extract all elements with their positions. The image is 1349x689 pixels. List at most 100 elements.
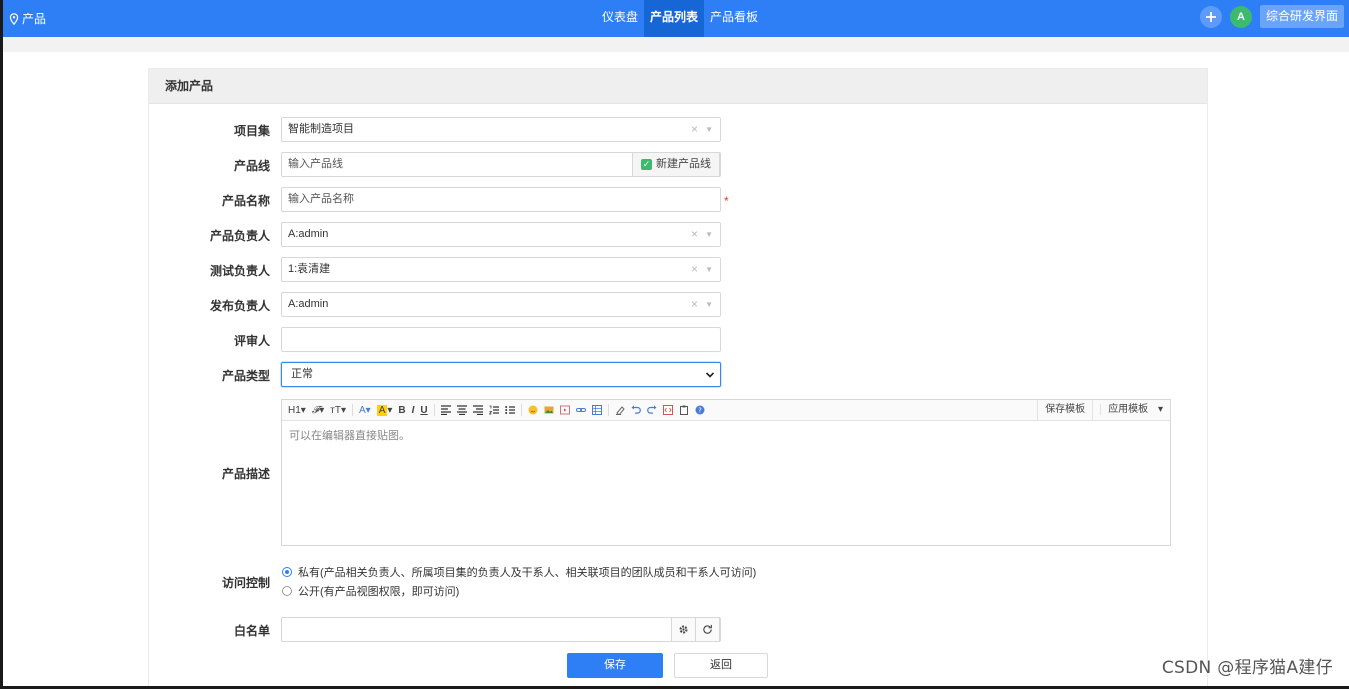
nav-product-kanban[interactable]: 产品看板 — [704, 0, 764, 37]
po-select[interactable]: A:admin × ▼ — [281, 222, 721, 247]
whitelist-actions — [671, 617, 720, 642]
clear-format-icon[interactable] — [615, 403, 625, 417]
image-icon[interactable] — [544, 403, 554, 417]
line-input[interactable]: 输入产品线 ✓ 新建产品线 — [281, 152, 721, 177]
caret-down-icon: ▼ — [705, 265, 713, 274]
new-line-label: 新建产品线 — [656, 158, 711, 170]
redo-icon[interactable] — [646, 403, 657, 417]
radio-unchecked-icon[interactable] — [282, 586, 292, 596]
quick-add-button[interactable] — [1199, 5, 1222, 28]
acl-private-option[interactable]: 私有(产品相关负责人、所属项目集的负责人及干系人、相关联项目的团队成员和干系人可… — [282, 564, 756, 580]
create-product-panel: 添加产品 项目集 智能制造项目 × ▼ 产品线 输入产品线 ✓ 新建产品线 产品… — [148, 68, 1208, 686]
rd-label: 发布负责人 — [209, 299, 270, 313]
top-navbar: 产品 仪表盘 产品列表 产品看板 A 综合研发界面 — [3, 0, 1349, 37]
back-button[interactable]: 返回 — [674, 653, 768, 678]
caret-down-icon: ▼ — [705, 230, 713, 239]
acl-label: 访问控制 — [221, 576, 270, 590]
rd-select[interactable]: A:admin × ▼ — [281, 292, 721, 317]
required-mark: * — [724, 194, 729, 208]
po-label: 产品负责人 — [209, 229, 270, 243]
program-select[interactable]: 智能制造项目 × ▼ — [281, 117, 721, 142]
underline-button[interactable]: U — [420, 403, 427, 417]
font-color-button[interactable]: A ▾ — [359, 403, 371, 417]
po-value: A:admin — [288, 228, 329, 240]
save-button[interactable]: 保存 — [567, 653, 663, 678]
acl-public-option[interactable]: 公开(有产品视图权限，即可访问) — [282, 583, 459, 599]
location-pin-icon — [9, 12, 19, 25]
nav-product-list[interactable]: 产品列表 — [644, 0, 705, 37]
new-line-toggle[interactable]: ✓ 新建产品线 — [632, 152, 720, 177]
switch-view-button[interactable]: 综合研发界面 — [1259, 5, 1344, 28]
code-icon[interactable] — [662, 403, 673, 417]
ordered-list-icon[interactable] — [488, 403, 499, 417]
heading-button[interactable]: H1 ▾ — [288, 403, 306, 417]
editor-content[interactable]: 可以在编辑器直接贴图。 — [282, 421, 1170, 449]
font-size-button[interactable]: тT ▾ — [330, 403, 346, 417]
align-right-icon[interactable] — [472, 403, 483, 417]
emoticon-icon[interactable] — [528, 403, 538, 417]
sub-navbar — [3, 37, 1349, 52]
program-value: 智能制造项目 — [288, 123, 354, 135]
program-label: 项目集 — [233, 124, 270, 138]
chevron-down-icon — [705, 363, 715, 395]
apply-template-button[interactable]: 应用模板 ▾ — [1092, 400, 1170, 420]
qd-select[interactable]: 1:袁清建 × ▼ — [281, 257, 721, 282]
brand[interactable]: 产品 — [9, 10, 46, 27]
name-placeholder: 输入产品名称 — [288, 193, 354, 205]
media-icon[interactable] — [559, 403, 570, 417]
brand-label: 产品 — [22, 12, 47, 26]
reviewer-label: 评审人 — [233, 334, 270, 348]
watermark: CSDN @程序猫A建仔 — [1161, 658, 1333, 678]
undo-icon[interactable] — [631, 403, 641, 417]
name-input[interactable]: 输入产品名称 — [281, 187, 721, 212]
nav-dashboard[interactable]: 仪表盘 — [596, 0, 644, 37]
app-frame: 产品 仪表盘 产品列表 产品看板 A 综合研发界面 添加产品 项目集 智能制造项… — [3, 0, 1349, 686]
bold-button[interactable]: B — [398, 403, 405, 417]
svg-text:?: ? — [698, 407, 702, 415]
template-actions: 保存模板 应用模板 ▾ — [1037, 400, 1170, 420]
rd-value: A:admin — [288, 298, 329, 310]
topbar-actions: A 综合研发界面 — [1199, 5, 1344, 28]
whitelist-select[interactable] — [281, 617, 721, 642]
type-select[interactable]: 正常 — [281, 362, 721, 387]
font-family-button[interactable]: 𝓕 ▾ — [312, 403, 324, 417]
paste-icon[interactable] — [679, 403, 689, 417]
toolbar-divider — [351, 404, 353, 416]
link-icon[interactable] — [575, 403, 586, 417]
refresh-icon[interactable] — [695, 617, 720, 642]
toolbar-divider — [520, 404, 522, 416]
clear-icon[interactable]: × — [691, 118, 698, 141]
main-nav: 仪表盘 产品列表 产品看板 — [596, 0, 764, 37]
help-icon[interactable]: ? — [695, 403, 705, 417]
user-avatar[interactable]: A — [1229, 5, 1252, 28]
caret-down-icon: ▼ — [705, 300, 713, 309]
whitelist-label: 白名单 — [233, 624, 270, 638]
acl-public-label: 公开(有产品视图权限，即可访问) — [298, 586, 460, 598]
type-label: 产品类型 — [221, 369, 270, 383]
clear-icon[interactable]: × — [691, 258, 698, 281]
align-left-icon[interactable] — [440, 403, 451, 417]
line-placeholder: 输入产品线 — [288, 158, 343, 170]
toolbar-divider — [433, 404, 435, 416]
align-center-icon[interactable] — [456, 403, 467, 417]
gear-icon[interactable] — [671, 617, 696, 642]
rich-text-editor[interactable]: H1 ▾ 𝓕 ▾ тT ▾ A ▾ A ▾ B I U ? 保存模板 应用模板 … — [281, 399, 1171, 546]
acl-private-label: 私有(产品相关负责人、所属项目集的负责人及干系人、相关联项目的团队成员和干系人可… — [298, 567, 757, 579]
italic-button[interactable]: I — [412, 403, 415, 417]
reviewer-select[interactable] — [281, 327, 721, 352]
toolbar-divider — [607, 404, 609, 416]
radio-checked-icon[interactable] — [282, 567, 292, 577]
name-label: 产品名称 — [221, 194, 270, 208]
line-label: 产品线 — [233, 159, 270, 173]
bg-color-button[interactable]: A ▾ — [376, 403, 392, 417]
qd-label: 测试负责人 — [209, 264, 270, 278]
qd-value: 1:袁清建 — [288, 263, 331, 275]
checkbox-checked-icon: ✓ — [641, 159, 652, 170]
clear-icon[interactable]: × — [691, 223, 698, 246]
type-value: 正常 — [291, 368, 313, 380]
table-icon[interactable] — [591, 403, 602, 417]
unordered-list-icon[interactable] — [504, 403, 515, 417]
panel-title: 添加产品 — [149, 69, 1207, 104]
clear-icon[interactable]: × — [691, 293, 698, 316]
save-template-button[interactable]: 保存模板 — [1037, 400, 1092, 420]
